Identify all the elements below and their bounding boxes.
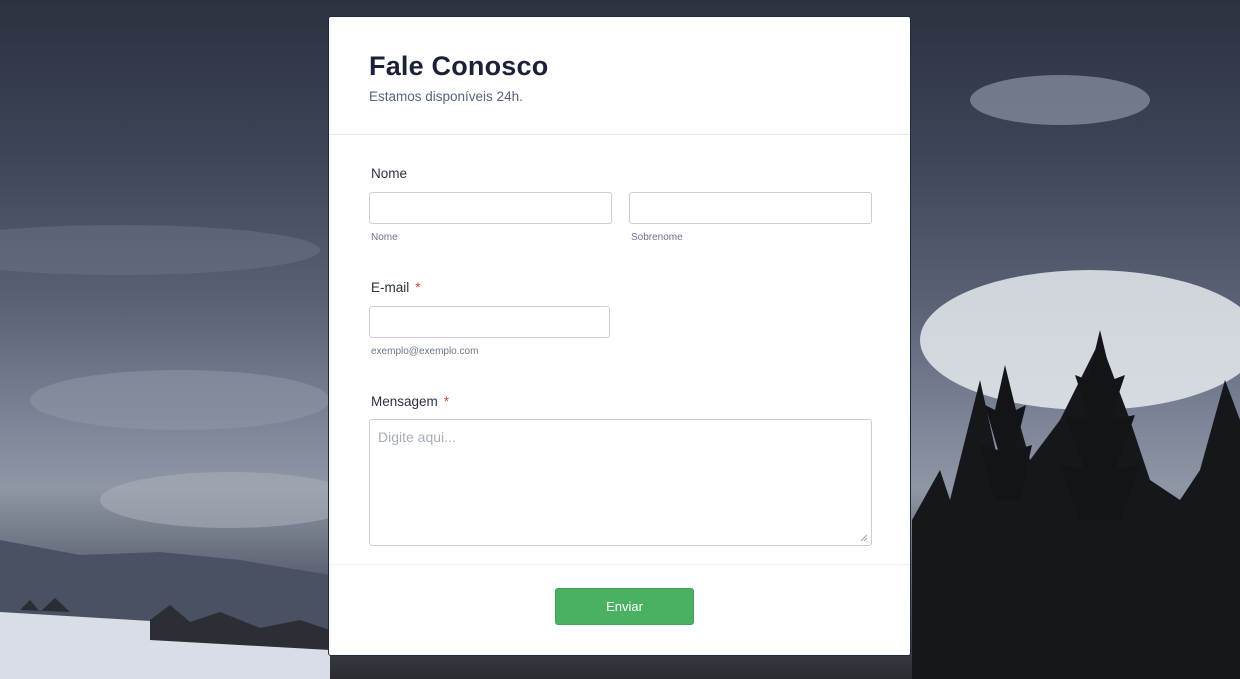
form-body: Nome Nome Sobrenome E-mail * exemplo@exem… (329, 135, 910, 565)
message-required-mark: * (443, 394, 450, 409)
last-name-input[interactable] (629, 192, 872, 224)
form-header: Fale Conosco Estamos disponíveis 24h. (329, 17, 910, 135)
message-label-text: Mensagem (371, 394, 438, 409)
resize-grip-icon[interactable] (860, 534, 868, 542)
form-title: Fale Conosco (369, 51, 549, 81)
first-name-input[interactable] (369, 192, 612, 224)
email-input[interactable] (369, 306, 610, 338)
form-footer: Enviar (329, 565, 910, 655)
email-label: E-mail * (371, 280, 421, 295)
last-name-sublabel: Sobrenome (631, 232, 683, 243)
email-label-text: E-mail (371, 280, 410, 295)
email-sublabel: exemplo@exemplo.com (371, 346, 479, 357)
form-subtitle: Estamos disponíveis 24h. (369, 89, 523, 104)
submit-button[interactable]: Enviar (555, 588, 694, 625)
message-label: Mensagem * (371, 394, 449, 409)
contact-form-card: Fale Conosco Estamos disponíveis 24h. No… (328, 16, 911, 656)
email-required-mark: * (415, 280, 421, 295)
message-textarea[interactable] (369, 419, 872, 546)
first-name-sublabel: Nome (371, 232, 398, 243)
name-label: Nome (371, 166, 408, 181)
